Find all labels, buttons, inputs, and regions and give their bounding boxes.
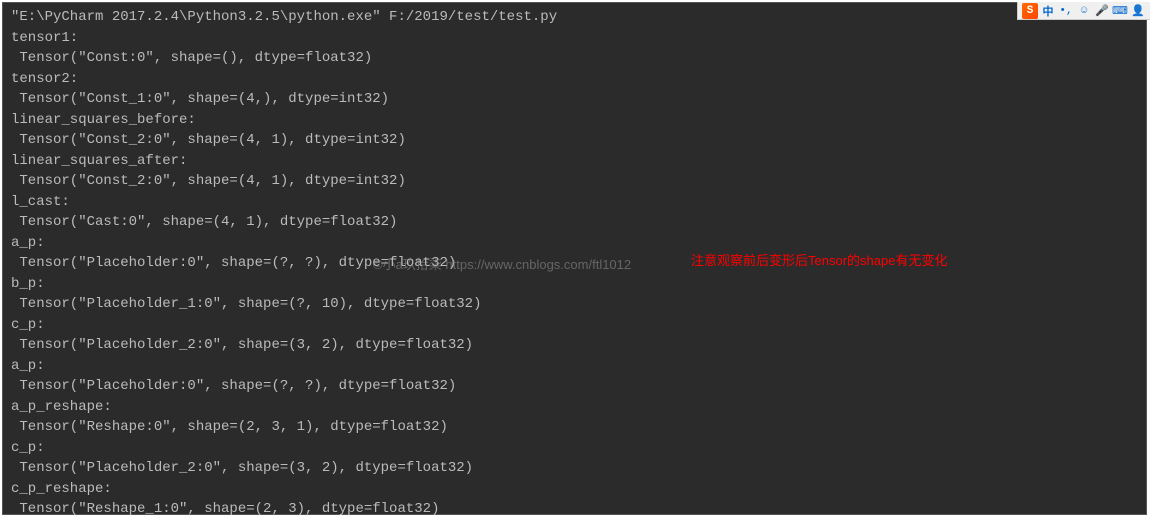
console-line: c_p:: [11, 315, 1138, 336]
console-line: Tensor("Reshape:0", shape=(2, 3, 1), dty…: [11, 417, 1138, 438]
console-line: a_p:: [11, 356, 1138, 377]
console-line: Tensor("Reshape_1:0", shape=(2, 3), dtyp…: [11, 499, 1138, 520]
console-line: l_cast:: [11, 192, 1138, 213]
console-line: "E:\PyCharm 2017.2.4\Python3.2.5\python.…: [11, 7, 1138, 28]
console-line: Tensor("Const:0", shape=(), dtype=float3…: [11, 48, 1138, 69]
console-line: Tensor("Cast:0", shape=(4, 1), dtype=flo…: [11, 212, 1138, 233]
ime-punct-icon[interactable]: •,: [1058, 3, 1074, 19]
console-line: Tensor("Placeholder_2:0", shape=(3, 2), …: [11, 458, 1138, 479]
ime-toolbar: S 中 •, ☺ 🎤 ⌨ 👤: [1017, 2, 1150, 20]
console-line: Tensor("Placeholder:0", shape=(?, ?), dt…: [11, 376, 1138, 397]
console-line: a_p:: [11, 233, 1138, 254]
console-line: Tensor("Const_1:0", shape=(4,), dtype=in…: [11, 89, 1138, 110]
ime-emoji-icon[interactable]: ☺: [1076, 3, 1092, 19]
ime-keyboard-icon[interactable]: ⌨: [1112, 3, 1128, 19]
console-line: Tensor("Const_2:0", shape=(4, 1), dtype=…: [11, 171, 1138, 192]
console-line: a_p_reshape:: [11, 397, 1138, 418]
console-line: tensor1:: [11, 28, 1138, 49]
sogou-icon[interactable]: S: [1022, 3, 1038, 19]
console-output[interactable]: "E:\PyCharm 2017.2.4\Python3.2.5\python.…: [2, 2, 1147, 515]
console-line: b_p:: [11, 274, 1138, 295]
console-line: linear_squares_before:: [11, 110, 1138, 131]
console-line: Tensor("Placeholder:0", shape=(?, ?), dt…: [11, 253, 1138, 274]
ime-lang-icon[interactable]: 中: [1040, 3, 1056, 19]
ime-mic-icon[interactable]: 🎤: [1094, 3, 1110, 19]
console-line: linear_squares_after:: [11, 151, 1138, 172]
console-line: c_p:: [11, 438, 1138, 459]
ime-user-icon[interactable]: 👤: [1130, 3, 1146, 19]
console-line: Tensor("Placeholder_1:0", shape=(?, 10),…: [11, 294, 1138, 315]
console-line: Tensor("Const_2:0", shape=(4, 1), dtype=…: [11, 130, 1138, 151]
console-line: c_p_reshape:: [11, 479, 1138, 500]
console-line: tensor2:: [11, 69, 1138, 90]
console-line: Tensor("Placeholder_2:0", shape=(3, 2), …: [11, 335, 1138, 356]
